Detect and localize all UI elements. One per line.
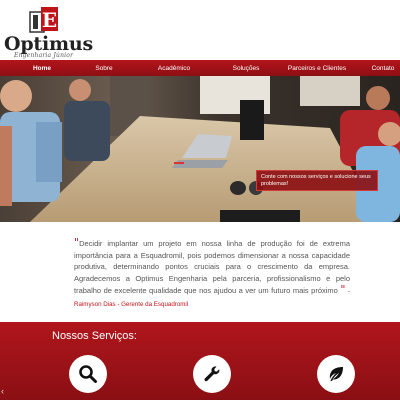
nav-item-home[interactable]: Home: [0, 65, 84, 72]
site-logo[interactable]: E Optimus Engenharia Júnior: [4, 6, 93, 59]
wrench-icon: [204, 366, 220, 382]
nav-item-solucoes[interactable]: Soluções: [224, 65, 268, 72]
leaf-icon: [329, 367, 343, 381]
nav-item-sobre[interactable]: Sobre: [84, 65, 124, 72]
hero-photo: [0, 76, 400, 222]
carousel-prev-icon[interactable]: ‹: [1, 386, 4, 396]
service-item-1[interactable]: [69, 355, 107, 393]
search-icon: [79, 365, 97, 383]
services-section: Nossos Serviços: ‹: [0, 322, 400, 400]
logo-mark-icon: E: [29, 7, 58, 33]
hero-cta-button[interactable]: Conte com nossos serviços e solucione se…: [256, 170, 378, 191]
nav-item-academico[interactable]: Acadêmico: [124, 65, 224, 72]
testimonial-text: Decidir implantar um projeto em nossa li…: [74, 239, 350, 296]
logo-mark-letter: E: [42, 8, 57, 32]
nav-item-contato[interactable]: Contato: [366, 65, 400, 72]
hero-banner: Conte com nossos serviços e solucione se…: [0, 76, 400, 222]
testimonial: "Decidir implantar um projeto em nossa l…: [74, 237, 350, 311]
service-item-3[interactable]: [317, 355, 355, 393]
nav-item-parceiros[interactable]: Parceiros e Clientes: [268, 65, 366, 72]
site-header: E Optimus Engenharia Júnior: [0, 0, 400, 60]
services-title: Nossos Serviços:: [52, 330, 137, 342]
brand-tagline: Engenharia Júnior: [14, 52, 74, 59]
main-nav: Home Sobre Acadêmico Soluções Parceiros …: [0, 60, 400, 76]
close-quote-icon: ": [340, 283, 346, 297]
service-item-2[interactable]: [193, 355, 231, 393]
page: E Optimus Engenharia Júnior Home Sobre A…: [0, 0, 400, 400]
